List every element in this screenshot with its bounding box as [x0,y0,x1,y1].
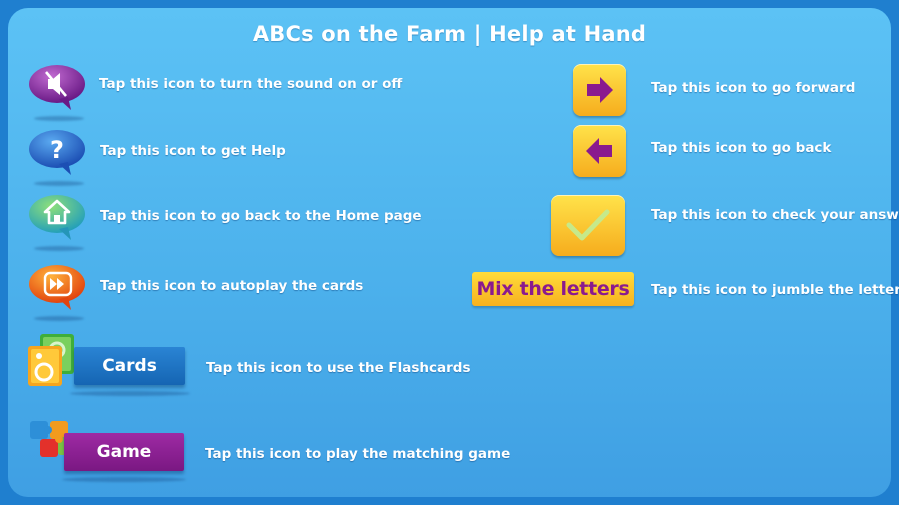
back-description: Tap this icon to go back [651,140,832,156]
sound-off-icon[interactable] [27,63,89,113]
check-description: Tap this icon to check your answer [651,207,899,223]
game-button[interactable]: Game [64,433,184,471]
check-answer-icon[interactable] [551,195,625,256]
help-description: Tap this icon to get Help [100,143,286,159]
mix-description: Tap this icon to jumble the letters [651,282,899,298]
home-icon[interactable] [27,193,89,243]
forward-description: Tap this icon to go forward [651,80,856,96]
help-icon[interactable]: ? [27,128,89,178]
cards-description: Tap this icon to use the Flashcards [206,360,471,376]
home-description: Tap this icon to go back to the Home pag… [100,208,422,224]
arrow-back-icon[interactable] [573,125,626,177]
help-glyph: ? [50,136,64,164]
game-description: Tap this icon to play the matching game [205,446,511,462]
arrow-forward-icon[interactable] [573,64,626,116]
autoplay-description: Tap this icon to autoplay the cards [100,278,364,294]
cards-button[interactable]: Cards [74,347,185,385]
sound-description: Tap this icon to turn the sound on or of… [99,76,403,92]
mix-letters-button[interactable]: Mix the letters [472,272,634,306]
app-frame: ABCs on the Farm | Help at Hand Tap this… [0,0,899,505]
page-title: ABCs on the Farm | Help at Hand [252,22,647,46]
flashcards-icon [28,334,74,386]
autoplay-icon[interactable] [27,263,89,313]
